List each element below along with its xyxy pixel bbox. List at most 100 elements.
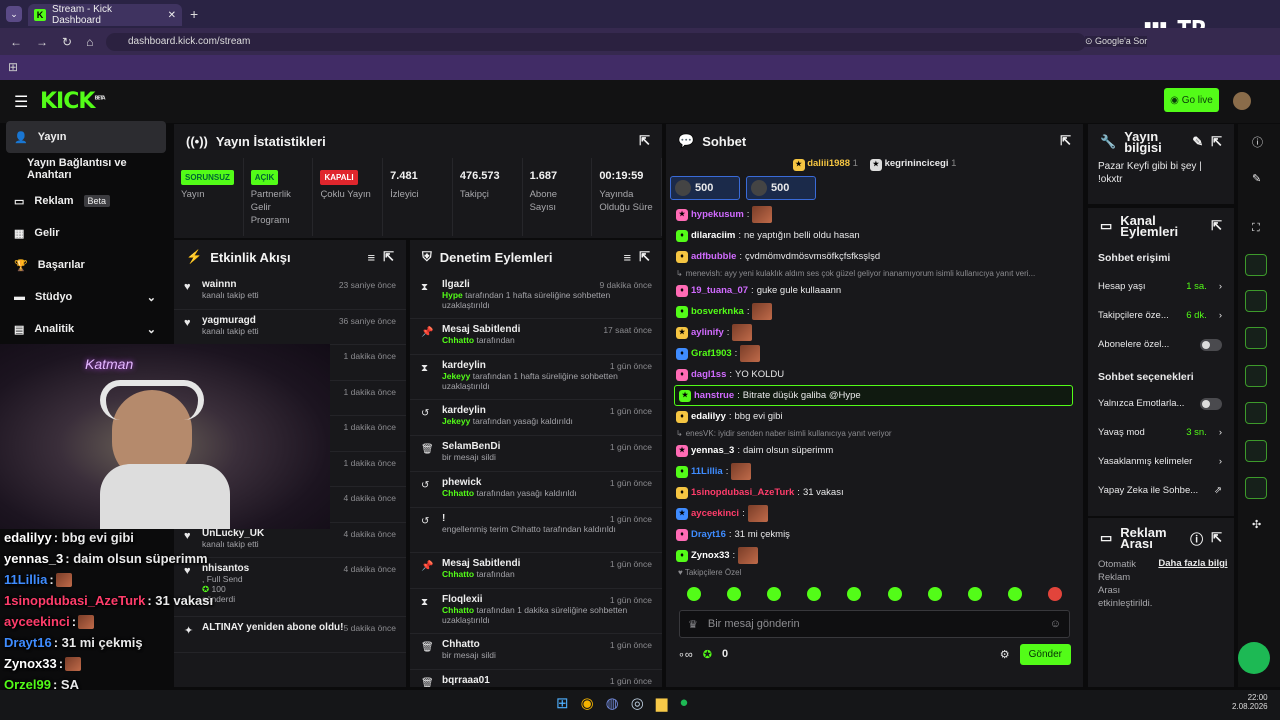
filter-icon[interactable]: ≡: [368, 250, 376, 265]
chat-username[interactable]: adfbubble: [691, 251, 736, 262]
info-icon[interactable]: ⓘ: [1190, 529, 1203, 548]
setting-row[interactable]: Takipçilere öze... 6 dk. ›: [1088, 301, 1234, 330]
avatar[interactable]: [1233, 92, 1251, 110]
chat-username[interactable]: ayceekinci: [691, 508, 739, 519]
go-live-button[interactable]: ◉ Go live: [1164, 88, 1219, 112]
chat-username[interactable]: dagl1ss: [691, 369, 726, 380]
crop-icon[interactable]: ⛶: [1252, 222, 1260, 235]
sidebar-item-analitik[interactable]: ▤ Analitik ⌄: [0, 313, 172, 345]
filter-icon[interactable]: ≡: [624, 250, 632, 265]
lightning-rail-icon[interactable]: [1245, 254, 1267, 276]
chat-username[interactable]: hypekusum: [691, 209, 744, 220]
emoji-icon[interactable]: ☺: [1050, 618, 1061, 630]
chat-username[interactable]: 19_tuana_07: [691, 285, 748, 296]
gift-goal-1[interactable]: 500: [670, 176, 740, 200]
sidebar-item-reklam[interactable]: ▭ Reklam Beta: [0, 185, 172, 217]
chat-username[interactable]: Graf1903: [691, 348, 732, 359]
windows-start-icon[interactable]: ⊞: [556, 694, 569, 712]
chat-username[interactable]: Zynox33: [691, 550, 730, 561]
steam-icon[interactable]: ◎: [631, 694, 644, 712]
sidebar-item-stream-key[interactable]: Yayın Bağlantısı ve Anahtarı: [0, 153, 172, 185]
popout-icon[interactable]: ⇱: [1211, 530, 1222, 546]
popout-icon[interactable]: ⇱: [383, 249, 394, 265]
stats-title: Yayın İstatistikleri: [215, 133, 326, 149]
chat-rail-icon[interactable]: [1245, 327, 1267, 349]
ad-rail-icon[interactable]: [1245, 477, 1267, 499]
home-icon[interactable]: ⌂: [86, 35, 93, 49]
moderation-item: ↺ kardeylin Jekeyy tarafından yasağı kal…: [410, 400, 662, 436]
browser-tab[interactable]: K Stream - Kick Dashboard ✕: [28, 4, 182, 26]
emote-icon[interactable]: [807, 587, 822, 601]
back-icon[interactable]: ←: [10, 35, 22, 49]
access-title: Sohbet erişimi: [1098, 252, 1171, 264]
setting-row[interactable]: Yasaklanmış kelimeler ›: [1088, 447, 1234, 476]
hamburger-icon[interactable]: ☰: [14, 92, 28, 112]
sidebar-item-basarilar[interactable]: 🏆 Başarılar: [0, 249, 172, 281]
close-tab-icon[interactable]: ✕: [168, 10, 176, 21]
broadcast-rail-icon[interactable]: [1245, 365, 1267, 387]
chat-username[interactable]: bosverknka: [691, 306, 744, 317]
discord-icon[interactable]: ◍: [606, 694, 619, 712]
emote-icon[interactable]: [847, 587, 862, 601]
toggle-switch[interactable]: [1200, 397, 1222, 410]
edit-icon[interactable]: ✎: [1252, 172, 1261, 185]
sidebar-item-yayin[interactable]: 👤 Yayın: [6, 121, 166, 153]
emote-icon[interactable]: [887, 587, 902, 601]
wrench-rail-icon[interactable]: [1245, 440, 1267, 462]
apps-icon[interactable]: ⊞: [8, 60, 18, 74]
emote-icon[interactable]: [687, 587, 702, 601]
support-chat-icon[interactable]: [1238, 642, 1270, 674]
chat-username[interactable]: hanstrue: [694, 390, 734, 401]
chevron-right-icon: ›: [1218, 427, 1222, 438]
reload-icon[interactable]: ↻: [62, 35, 72, 49]
google-lens-chip[interactable]: ⊙ Google'a Sor: [1085, 36, 1148, 47]
setting-row[interactable]: Yavaş mod 3 sn. ›: [1088, 418, 1234, 447]
popout-icon[interactable]: ⇱: [1211, 134, 1222, 150]
toggle-switch[interactable]: [1200, 338, 1222, 351]
popout-icon[interactable]: ⇱: [1060, 133, 1071, 149]
more-info-link[interactable]: Daha fazla bilgi: [1158, 558, 1227, 610]
setting-row[interactable]: Hesap yaşı 1 sa. ›: [1088, 272, 1234, 301]
chrome-icon[interactable]: ◉: [581, 694, 594, 712]
edit-icon[interactable]: ✎: [1192, 134, 1203, 150]
chat-username[interactable]: yennas_3: [691, 445, 734, 456]
kick-logo[interactable]: KICKBETA: [40, 89, 106, 114]
emote-icon[interactable]: [1047, 587, 1062, 601]
sidebar-item-gelir[interactable]: ▦ Gelir: [0, 217, 172, 249]
setting-row[interactable]: Abonelere özel...: [1088, 330, 1234, 359]
moderation-rail-icon[interactable]: [1245, 290, 1267, 312]
stats-rail-icon[interactable]: [1245, 402, 1267, 424]
chat-username[interactable]: dilaraciim: [691, 230, 735, 241]
emote-icon[interactable]: [767, 587, 782, 601]
setting-row[interactable]: Yalnızca Emotlarla...: [1088, 389, 1234, 418]
tab-list-button[interactable]: ⌄: [6, 6, 22, 22]
info-icon[interactable]: ⓘ: [1252, 134, 1263, 150]
popout-icon[interactable]: ⇱: [1211, 218, 1222, 234]
chat-username[interactable]: aylinify: [691, 327, 724, 338]
kick-favicon-icon: K: [34, 9, 46, 21]
spotify-icon[interactable]: ●: [679, 694, 688, 712]
chat-input[interactable]: ♛ Bir mesaj gönderin ☺: [679, 610, 1070, 638]
popout-icon[interactable]: ⇱: [639, 133, 650, 149]
new-tab-button[interactable]: +: [190, 6, 198, 22]
gift-goal-2[interactable]: 500: [746, 176, 816, 200]
popout-icon[interactable]: ⇱: [639, 249, 650, 265]
sidebar-item-studyo[interactable]: ▬ Stüdyo ⌄: [0, 281, 172, 313]
overlay-text: : 31 vakası: [147, 593, 214, 608]
points-icon[interactable]: ∘∞: [678, 648, 693, 661]
chat-username[interactable]: 11Lillia: [691, 466, 723, 477]
settings-gear-icon[interactable]: ⚙: [1000, 648, 1010, 661]
emote-icon[interactable]: [1007, 587, 1022, 601]
send-button[interactable]: Gönder: [1019, 643, 1071, 665]
emote-icon[interactable]: [927, 587, 942, 601]
forward-icon[interactable]: →: [36, 35, 48, 49]
apps-icon[interactable]: ✣: [1252, 518, 1261, 531]
setting-row[interactable]: Yapay Zeka ile Sohbe... ⇗: [1088, 476, 1234, 505]
url-field[interactable]: dashboard.kick.com/stream: [106, 33, 1086, 51]
chat-username[interactable]: 1sinopdubasi_AzeTurk: [691, 487, 794, 498]
explorer-icon[interactable]: ▆: [656, 694, 668, 712]
emote-icon[interactable]: [967, 587, 982, 601]
chat-username[interactable]: Drayt16: [691, 529, 726, 540]
emote-icon[interactable]: [727, 587, 742, 601]
chat-username[interactable]: edalilyy: [691, 411, 726, 422]
